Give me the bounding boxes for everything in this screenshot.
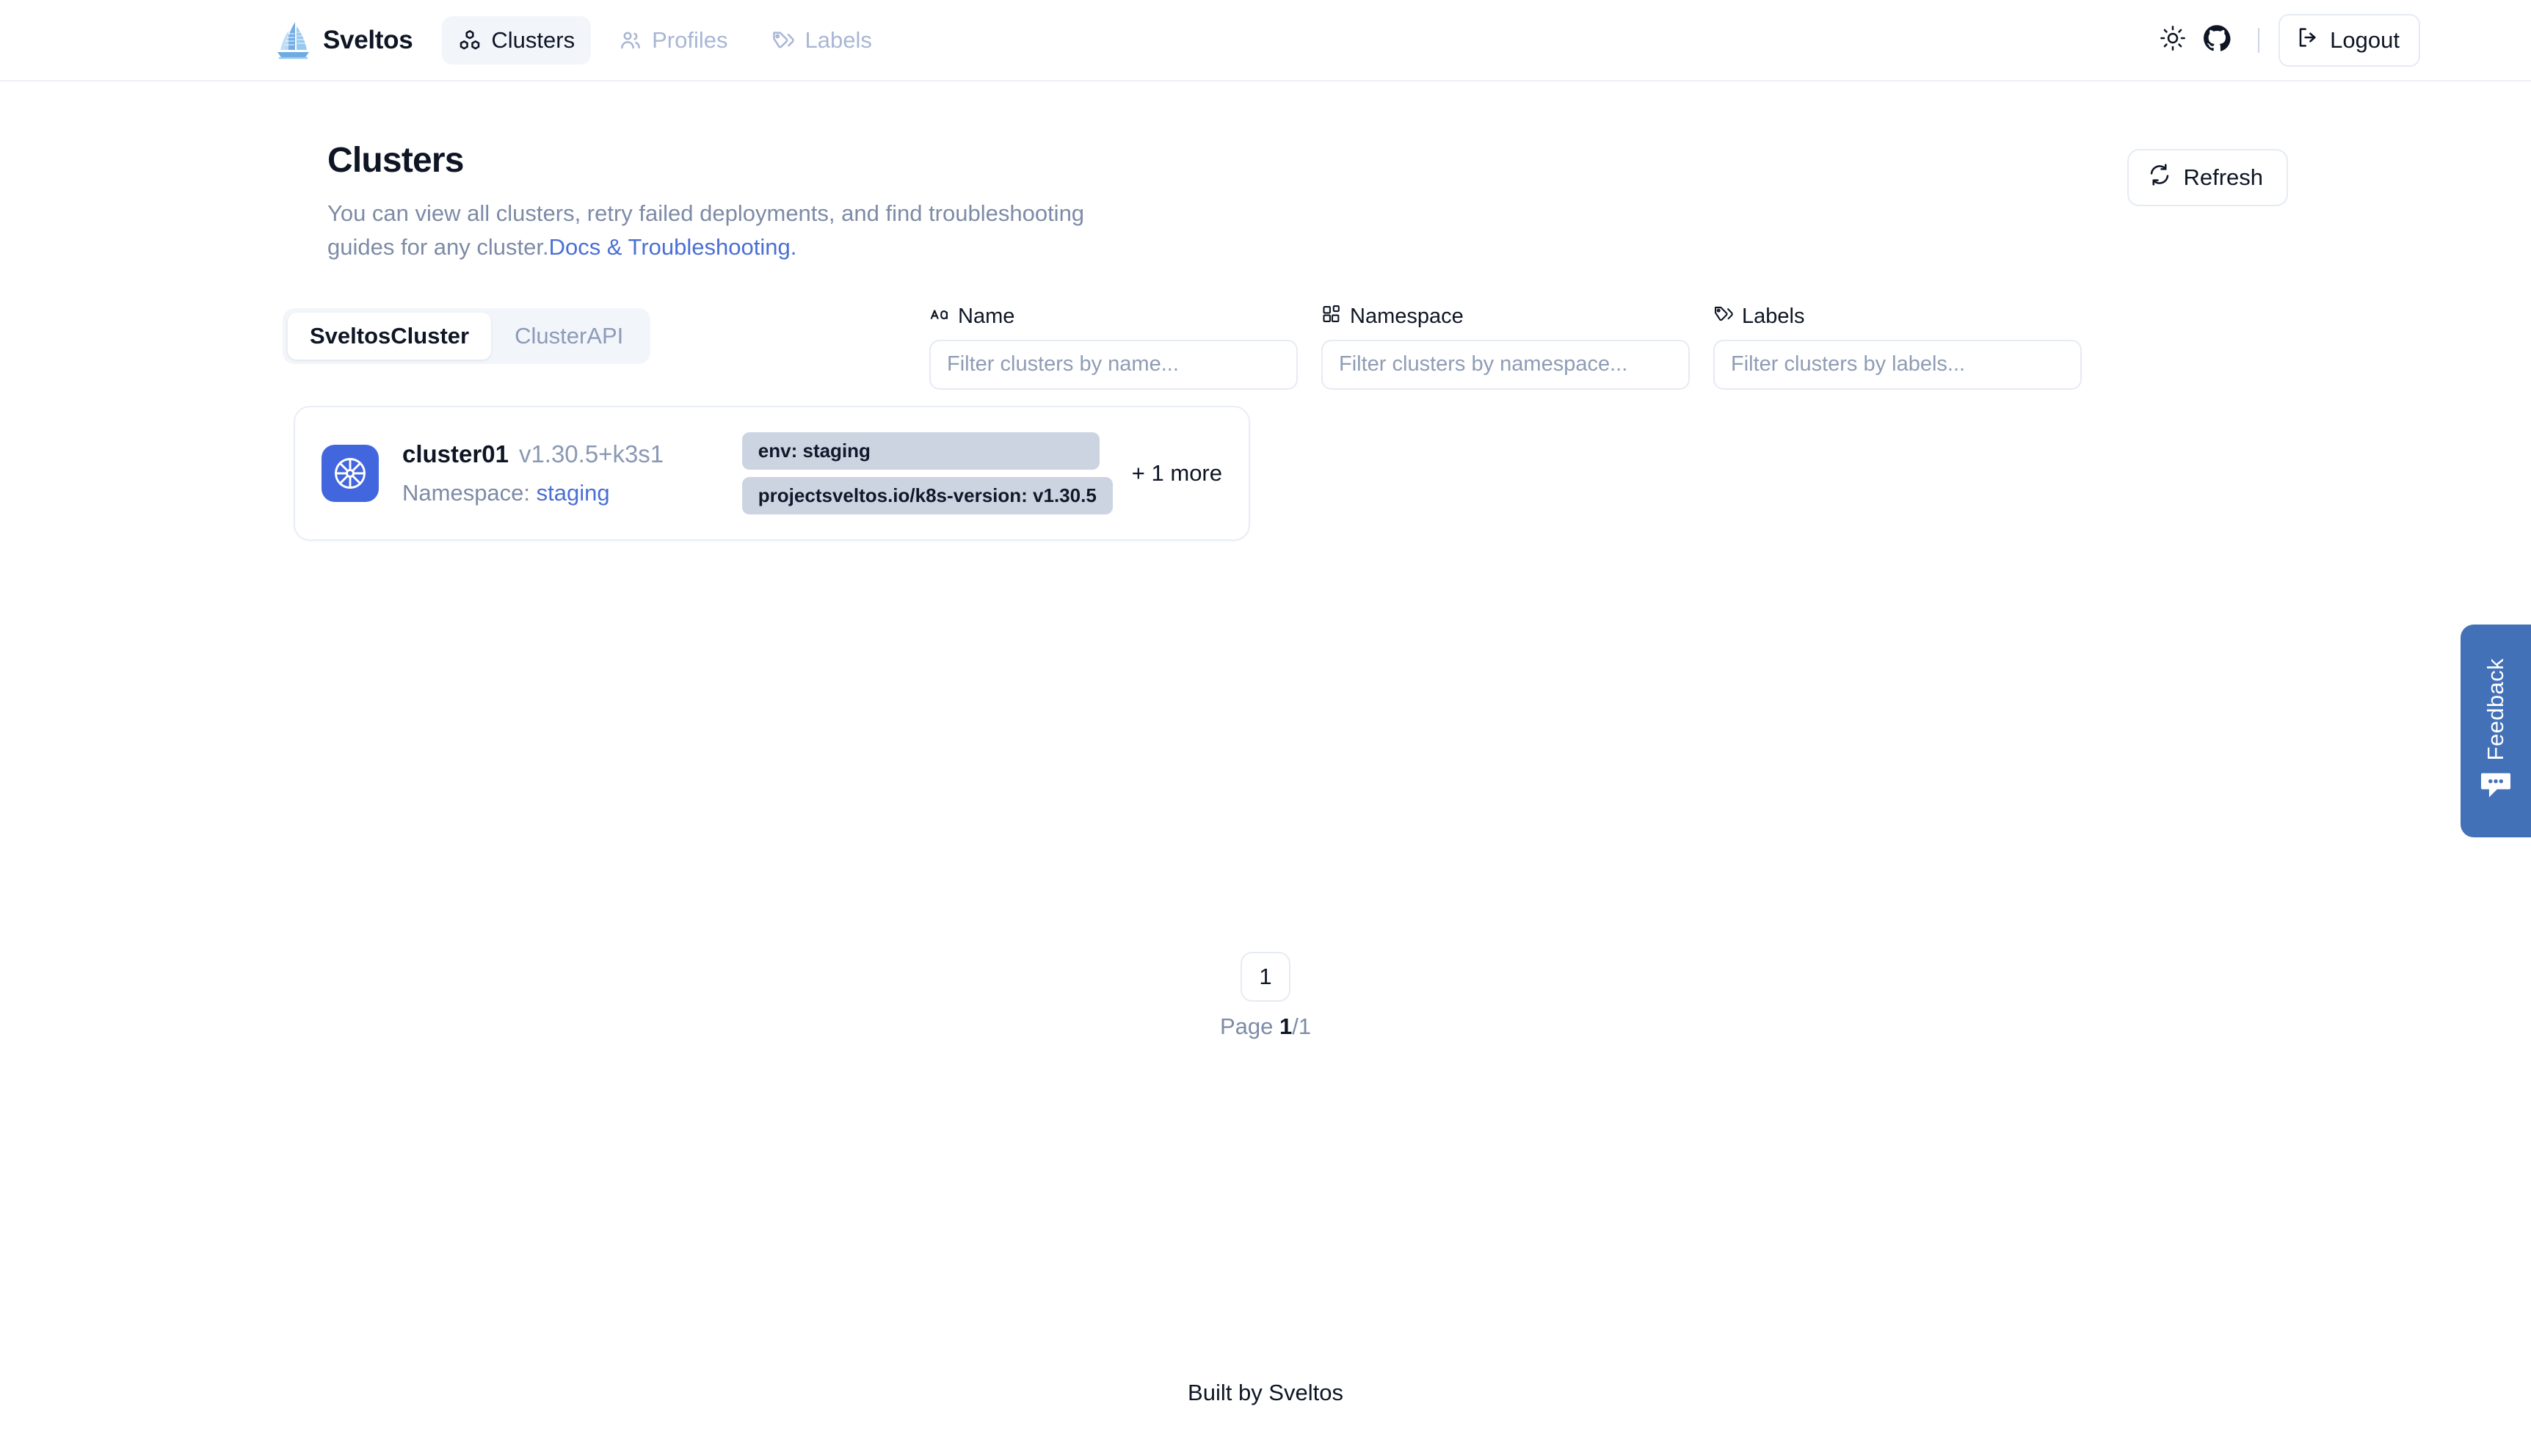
navbar-left-group: Sveltos Clusters Profiles Labels <box>275 15 888 65</box>
layout-blocks-icon <box>1321 304 1342 330</box>
top-navbar: Sveltos Clusters Profiles Labels Logout <box>0 0 2531 81</box>
cluster-info: cluster01 v1.30.5+k3s1 Namespace: stagin… <box>402 440 742 506</box>
page-header-row: Clusters You can view all clusters, retr… <box>0 140 2531 264</box>
tab-clusterapi-label: ClusterAPI <box>515 322 624 349</box>
filter-input-labels[interactable] <box>1713 339 2082 390</box>
label-chip: env: staging <box>741 432 1100 470</box>
label-chip: projectsveltos.io/k8s-version: v1.30.5 <box>741 476 1113 514</box>
filter-input-name[interactable] <box>929 339 1298 390</box>
pagination: 1 Page 1/1 <box>0 951 2531 1040</box>
logout-icon <box>2296 26 2320 55</box>
tags-icon <box>1713 304 1734 330</box>
github-icon <box>2203 24 2231 56</box>
filter-label-text-namespace: Namespace <box>1350 305 1464 329</box>
feedback-tab[interactable]: Feedback <box>2461 625 2531 837</box>
tab-sveltoscluster-label: SveltosCluster <box>310 322 470 349</box>
sun-icon <box>2160 25 2186 55</box>
logout-button[interactable]: Logout <box>2278 13 2420 67</box>
cluster-list: cluster01 v1.30.5+k3s1 Namespace: stagin… <box>0 405 2531 541</box>
cluster-labels: env: staging projectsveltos.io/k8s-versi… <box>741 432 1113 514</box>
cluster-type-tabs: SveltosCluster ClusterAPI <box>283 307 651 364</box>
footer: Built by Sveltos <box>0 1380 2531 1406</box>
users-icon <box>619 29 642 52</box>
page-info: Page 1/1 <box>1220 1013 1311 1040</box>
cluster-namespace: Namespace: staging <box>402 480 742 506</box>
tab-sveltoscluster[interactable]: SveltosCluster <box>288 312 492 360</box>
filter-label-namespace: Namespace <box>1321 304 1690 330</box>
cluster-card[interactable]: cluster01 v1.30.5+k3s1 Namespace: stagin… <box>294 405 1250 541</box>
filter-label-name: Name <box>929 304 1298 330</box>
navbar-right-group: Logout <box>2151 13 2420 67</box>
more-labels-indicator[interactable]: + 1 more <box>1132 460 1222 487</box>
refresh-label: Refresh <box>2183 164 2263 190</box>
boxes-icon <box>458 29 482 52</box>
page-info-suffix: /1 <box>1292 1013 1312 1039</box>
nav-item-profiles[interactable]: Profiles <box>603 16 744 65</box>
sailboat-logo <box>275 21 311 60</box>
tab-clusterapi[interactable]: ClusterAPI <box>493 313 645 360</box>
tags-icon <box>771 29 795 52</box>
filter-input-namespace[interactable] <box>1321 339 1690 390</box>
page-info-prefix: Page <box>1219 1013 1279 1039</box>
case-sensitive-icon <box>929 304 950 330</box>
refresh-button[interactable]: Refresh <box>2127 149 2288 206</box>
navbar-nav-items: Clusters Profiles Labels <box>442 15 887 65</box>
logout-label: Logout <box>2330 26 2400 53</box>
filter-field-name: Name <box>929 304 1298 390</box>
page-header-text: Clusters You can view all clusters, retr… <box>327 140 1157 264</box>
controls-row: SveltosCluster ClusterAPI Name Filter cl… <box>0 305 2531 390</box>
docs-troubleshooting-link[interactable]: Docs & Troubleshooting. <box>549 234 797 260</box>
theme-toggle-button[interactable] <box>2151 18 2195 62</box>
page-body: Clusters You can view all clusters, retr… <box>0 140 2531 1040</box>
brand[interactable]: Sveltos <box>275 21 413 60</box>
nav-item-label-clusters: Clusters <box>491 26 575 53</box>
cluster-namespace-label: Namespace: <box>402 479 531 506</box>
page-description: You can view all clusters, retry failed … <box>327 197 1157 264</box>
page-info-current: 1 <box>1279 1013 1293 1039</box>
page-title: Clusters <box>327 141 464 180</box>
nav-item-label-labels: Labels <box>805 26 872 53</box>
cluster-title-row: cluster01 v1.30.5+k3s1 <box>402 440 742 468</box>
github-link-button[interactable] <box>2195 18 2239 62</box>
footer-text: Built by Sveltos <box>1188 1380 1343 1405</box>
filter-label-text-name: Name <box>958 305 1015 329</box>
kubernetes-icon <box>322 444 379 502</box>
filter-label-text-labels: Labels <box>1742 305 1805 329</box>
filter-field-labels: Labels <box>1713 304 2082 390</box>
refresh-icon <box>2148 163 2171 192</box>
filters-group: Name Namespace <box>929 304 2082 390</box>
page-button-1[interactable]: 1 <box>1241 951 1290 1002</box>
cluster-name: cluster01 <box>402 440 509 467</box>
cluster-namespace-value: staging <box>536 479 610 506</box>
filter-field-namespace: Namespace <box>1321 304 1690 390</box>
filter-label-labels: Labels <box>1713 304 2082 330</box>
feedback-label: Feedback <box>2483 658 2508 761</box>
nav-item-clusters[interactable]: Clusters <box>442 15 592 65</box>
cluster-version: v1.30.5+k3s1 <box>518 440 664 467</box>
brand-name: Sveltos <box>323 25 413 54</box>
nav-item-labels[interactable]: Labels <box>755 16 887 65</box>
chat-bubble-icon <box>2480 771 2512 804</box>
nav-item-label-profiles: Profiles <box>652 26 728 53</box>
navbar-divider <box>2258 27 2260 53</box>
